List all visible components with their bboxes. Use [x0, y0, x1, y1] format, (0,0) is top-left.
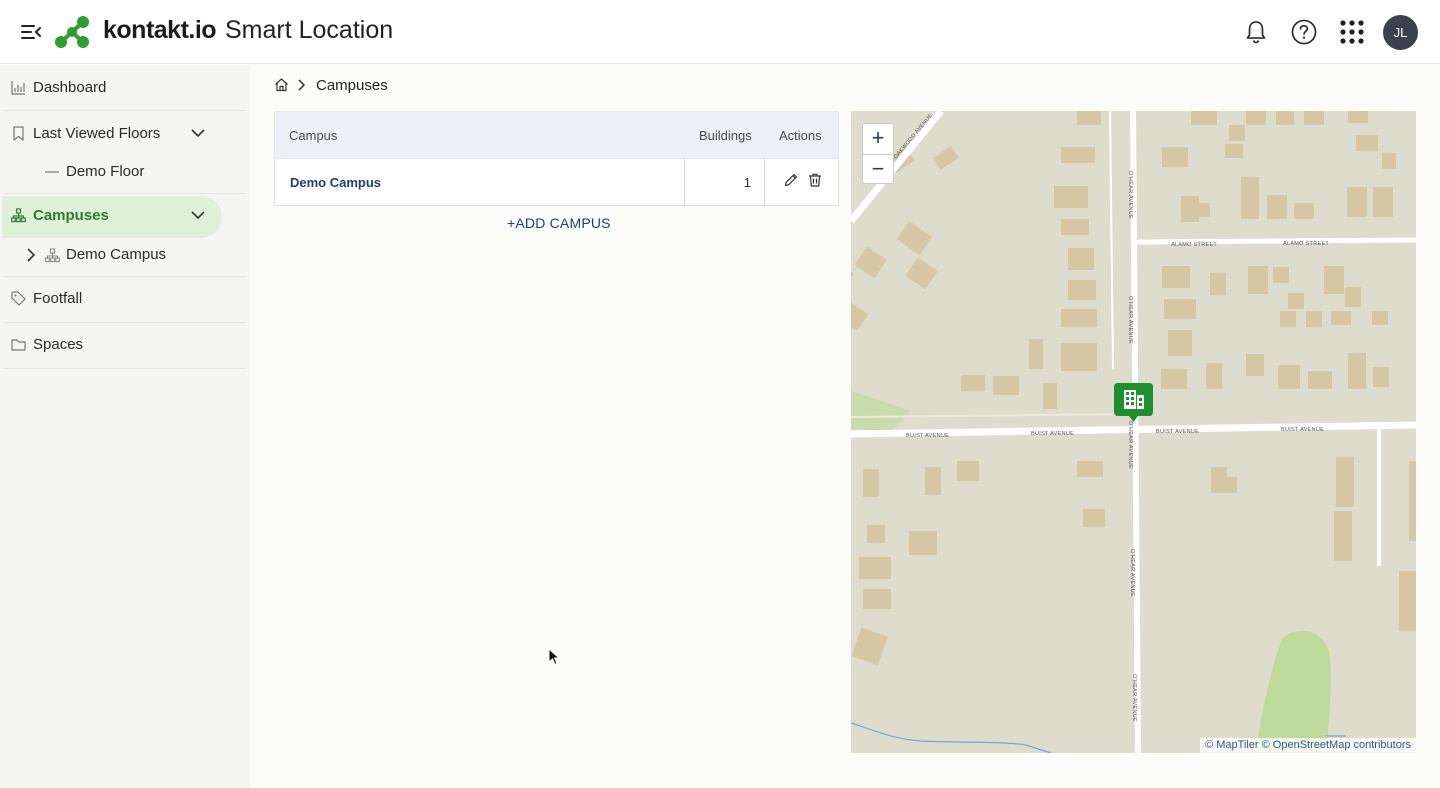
sidebar-item-label: Spaces [33, 336, 84, 353]
help-icon[interactable] [1290, 18, 1318, 46]
chevron-right-icon [298, 79, 306, 91]
sitemap-icon [11, 208, 26, 223]
folder-icon [11, 339, 26, 351]
map-view[interactable]: OAKWOOD AVENUE O'HEAR AVENUE O'HEAR AVEN… [851, 111, 1416, 753]
bar-chart-icon [11, 81, 25, 95]
sidebar-item-label: Dashboard [33, 79, 107, 96]
street-label: BUIST AVENUE [1031, 431, 1074, 437]
zoom-out-button[interactable]: − [863, 155, 893, 185]
brand-name: kontakt.io [103, 16, 217, 44]
sidebar-subitem-demo-floor[interactable]: Demo Floor [0, 155, 246, 189]
delete-trash-icon[interactable] [807, 172, 823, 188]
breadcrumb-current: Campuses [316, 77, 388, 94]
street-label: OAKWOOD AVENUE [893, 113, 934, 161]
tag-icon [11, 291, 26, 306]
column-header-actions: Actions [779, 128, 822, 143]
map-tiles[interactable]: OAKWOOD AVENUE O'HEAR AVENUE O'HEAR AVEN… [851, 111, 1416, 753]
mouse-cursor-icon [548, 648, 560, 666]
bell-icon[interactable] [1242, 18, 1270, 46]
sidebar-item-dashboard[interactable]: Dashboard [0, 65, 246, 111]
street-label: O'HEAR AVENUE [1127, 421, 1133, 469]
buildings-count: 1 [743, 175, 751, 190]
sidebar-item-footfall[interactable]: Footfall [0, 276, 246, 322]
cell-divider [684, 159, 685, 205]
table-header: Campus Buildings Actions [274, 111, 839, 159]
street-label: O'HEAR AVENUE [1129, 549, 1135, 597]
zoom-in-button[interactable]: + [863, 124, 893, 154]
home-icon[interactable] [274, 77, 289, 92]
sidebar-subitem-demo-campus[interactable]: Demo Campus [0, 238, 246, 272]
zoom-control: + − [862, 123, 894, 184]
dash-icon [45, 171, 59, 173]
cell-divider [764, 159, 765, 205]
bookmark-icon [13, 126, 24, 141]
sidebar-item-campuses[interactable]: Campuses [0, 193, 246, 239]
street-label: ALAMO STREET [1283, 241, 1329, 247]
building-marker-icon[interactable] [1114, 383, 1153, 423]
user-avatar[interactable]: JL [1383, 15, 1418, 50]
sidebar: Dashboard Last Viewed Floors Demo Floor … [0, 65, 250, 788]
sidebar-item-label: Last Viewed Floors [33, 125, 161, 142]
street-label: ALAMO STREET [1171, 242, 1217, 248]
street-label: BUIST AVENUE [906, 433, 949, 439]
street-label: BUIST AVENUE [1156, 429, 1199, 435]
street-label: O'HEAR AVENUE [1127, 296, 1133, 344]
edit-pencil-icon[interactable] [783, 172, 799, 188]
app-header: kontakt.io Smart Location JL [0, 0, 1440, 64]
sidebar-item-label: Campuses [33, 207, 109, 224]
campus-name-link[interactable]: Demo Campus [290, 175, 381, 190]
apps-grid-icon[interactable] [1338, 18, 1366, 46]
column-header-campus[interactable]: Campus [289, 128, 337, 143]
chevron-right-icon[interactable] [26, 248, 36, 262]
kontakt-logo-icon [55, 16, 89, 48]
street-label: BUIST AVENUE [1281, 427, 1324, 433]
sidebar-item-label: Footfall [33, 290, 83, 307]
street-label: O'HEAR AVENUE [1127, 171, 1133, 219]
add-campus-button[interactable]: +ADD CAMPUS [507, 215, 611, 231]
sidebar-item-last-viewed-floors[interactable]: Last Viewed Floors [0, 111, 246, 157]
sidebar-item-spaces[interactable]: Spaces [0, 322, 246, 368]
chevron-down-icon[interactable] [190, 127, 206, 139]
sidebar-item-label: Demo Campus [66, 246, 167, 263]
sidebar-item-label: Demo Floor [66, 163, 145, 180]
sitemap-icon [45, 248, 60, 263]
divider [4, 368, 246, 369]
map-attribution[interactable]: © MapTiler © OpenStreetMap contributors [1200, 738, 1416, 753]
street-label: O'HEAR AVENUE [1131, 674, 1137, 722]
table-row[interactable]: Demo Campus 1 [274, 159, 839, 206]
column-header-buildings[interactable]: Buildings [699, 128, 752, 143]
menu-collapse-icon[interactable] [20, 22, 42, 42]
chevron-down-icon[interactable] [190, 209, 206, 221]
product-name: Smart Location [225, 16, 394, 44]
